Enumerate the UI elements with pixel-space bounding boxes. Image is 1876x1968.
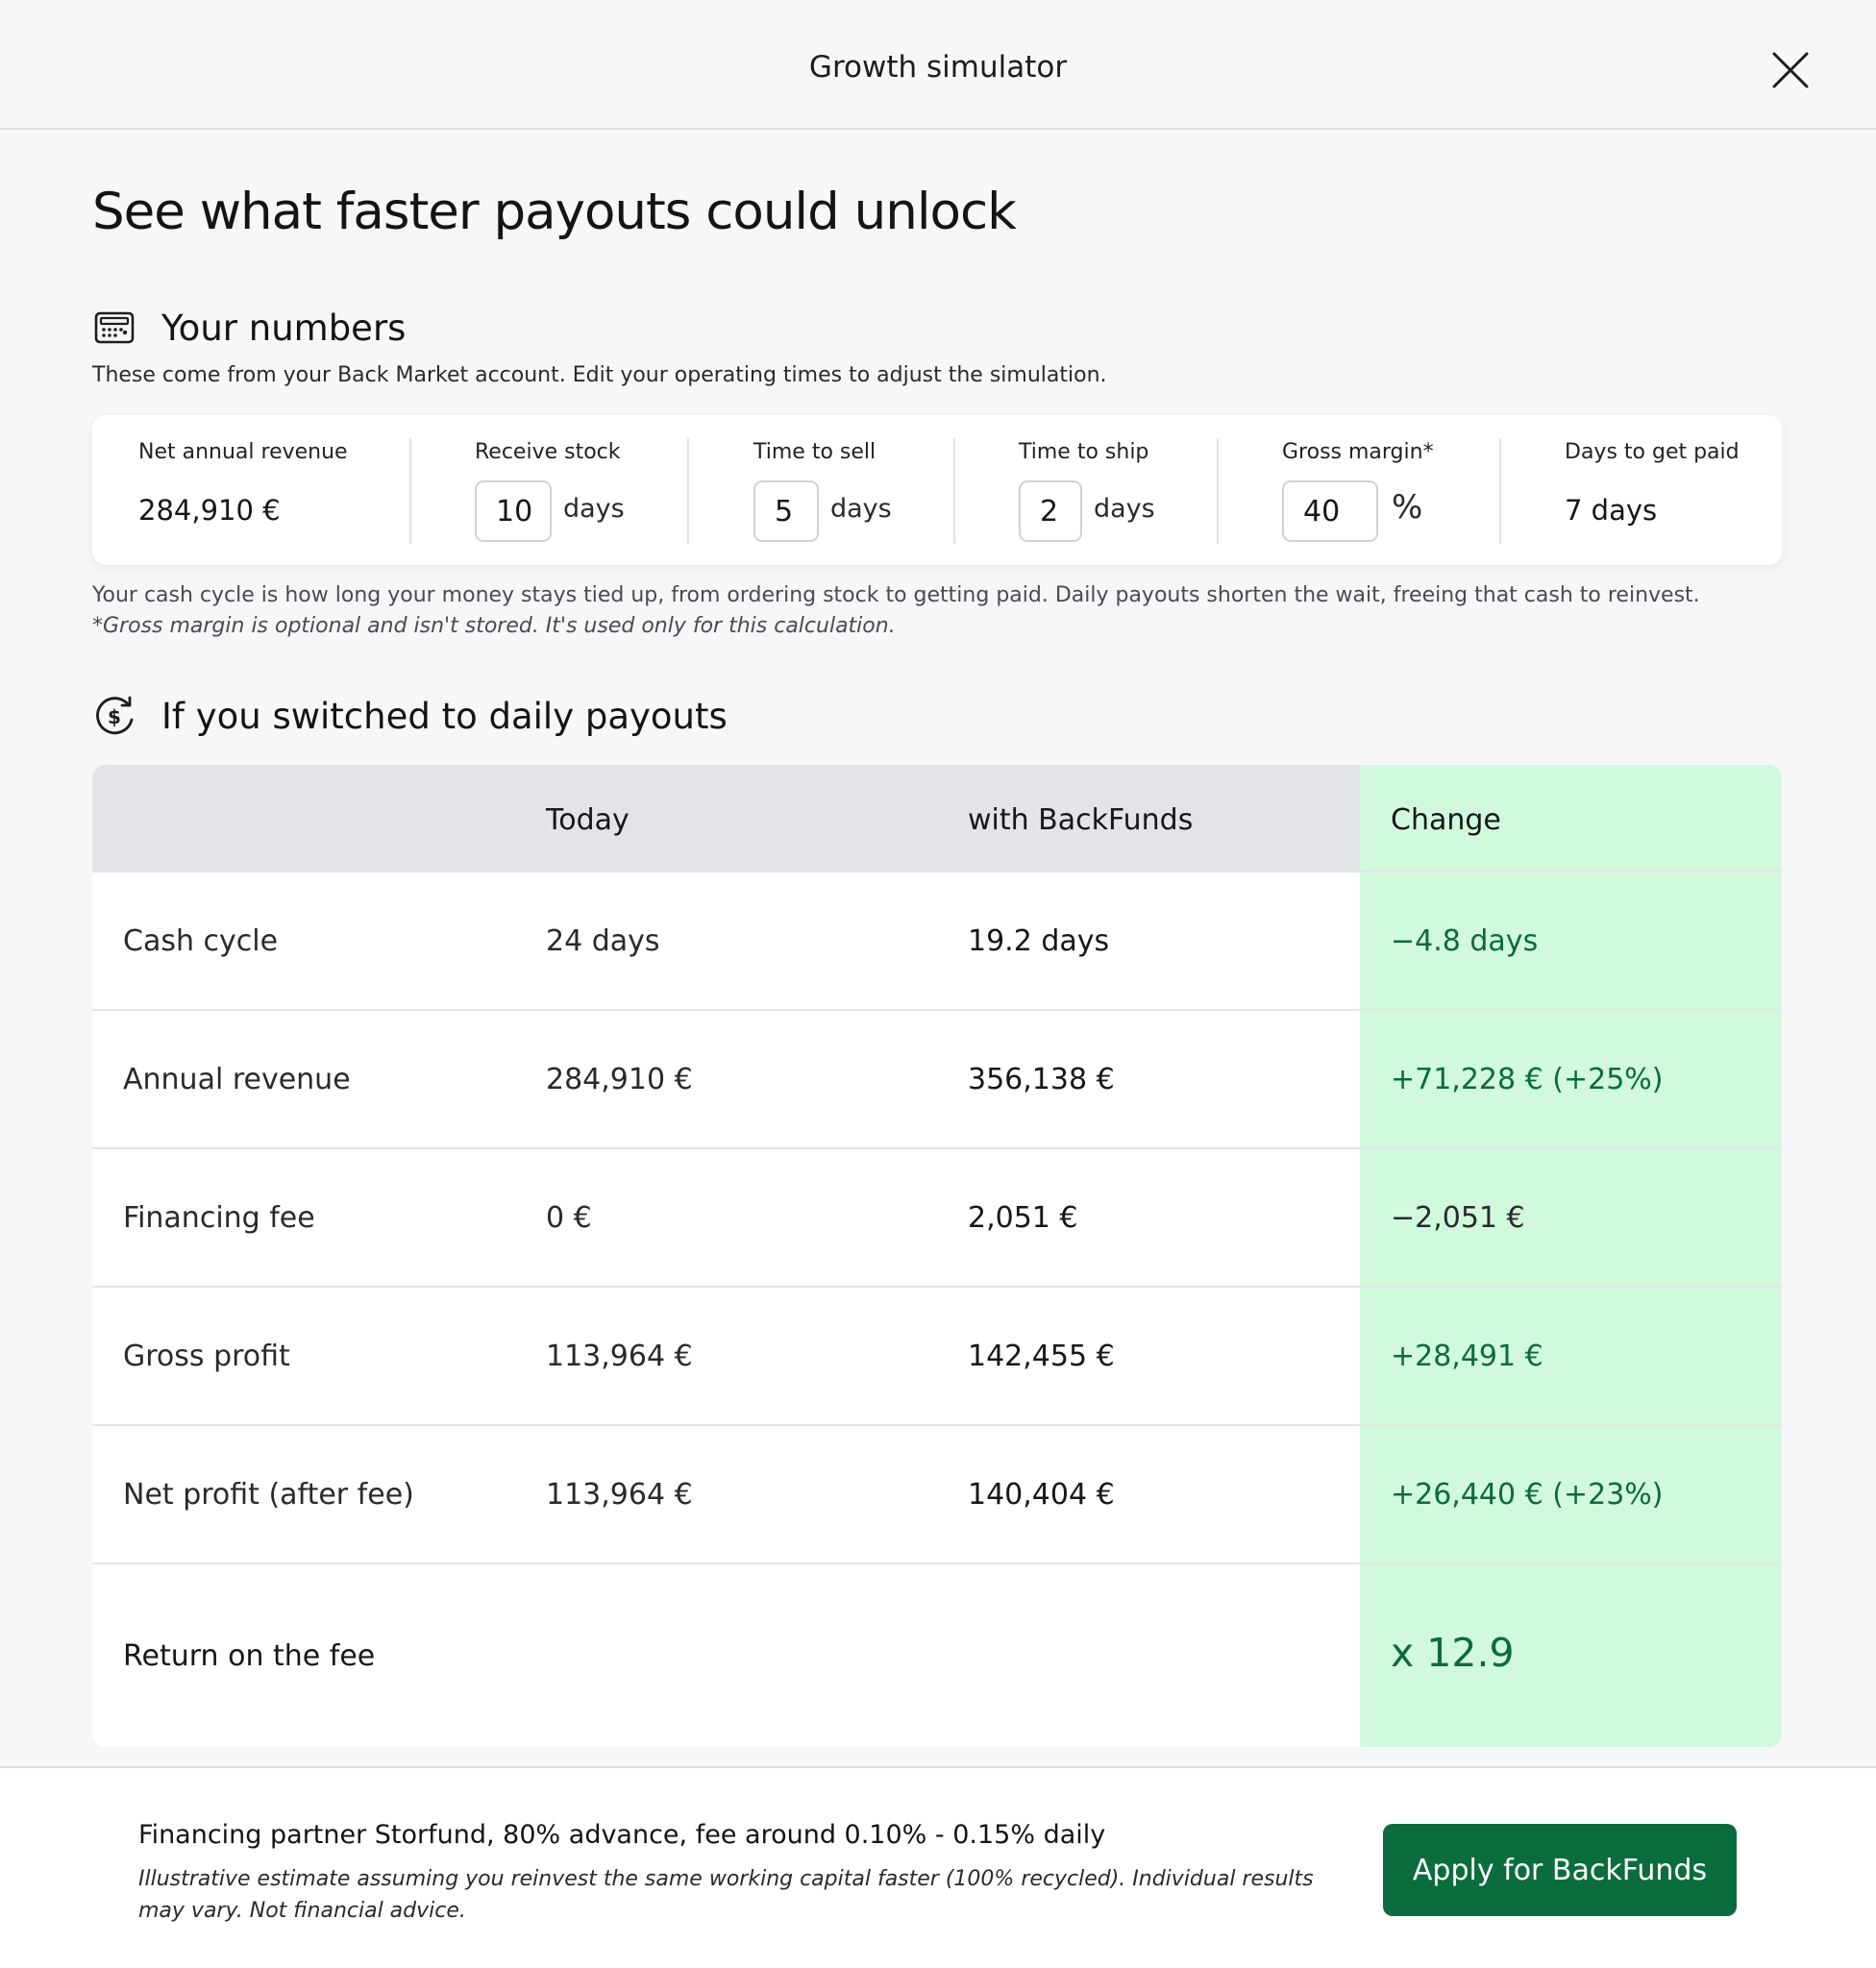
row-label: Gross profit xyxy=(123,1340,290,1373)
table-row-annual-revenue: Annual revenue 284,910 € 356,138 € +71,2… xyxy=(92,1009,1782,1147)
financing-partner-info: Financing partner Storfund, 80% advance,… xyxy=(138,1820,1106,1850)
row-label: Net profit (after fee) xyxy=(123,1478,414,1512)
row-today-value: 24 days xyxy=(546,924,660,958)
column-header-backfunds: with BackFunds xyxy=(968,803,1194,837)
apply-backfunds-button[interactable]: Apply for BackFunds xyxy=(1383,1824,1737,1916)
row-change-value: +28,491 € xyxy=(1391,1340,1543,1373)
your-numbers-title: Your numbers xyxy=(161,307,407,349)
divider xyxy=(409,438,411,544)
receive-stock-unit: days xyxy=(563,494,625,524)
growth-simulator-modal: Growth simulator See what faster payouts… xyxy=(0,0,1876,1968)
gross-margin-note: *Gross margin is optional and isn't stor… xyxy=(92,614,896,638)
modal-header: Growth simulator xyxy=(0,0,1876,130)
receive-stock-input[interactable]: 10 xyxy=(475,480,552,542)
row-backfunds-value: 19.2 days xyxy=(968,924,1110,958)
numbers-card: Net annual revenue 284,910 € Receive sto… xyxy=(92,415,1782,565)
close-icon xyxy=(1772,52,1809,88)
table-row-cash-cycle: Cash cycle 24 days 19.2 days −4.8 days xyxy=(92,871,1782,1009)
svg-text:$: $ xyxy=(108,705,121,728)
time-to-ship-input[interactable]: 2 xyxy=(1019,480,1082,542)
modal-footer: Financing partner Storfund, 80% advance,… xyxy=(0,1766,1876,1968)
dollar-refresh-icon: $ xyxy=(96,696,134,735)
row-label: Financing fee xyxy=(123,1201,315,1235)
row-today-value: 113,964 € xyxy=(546,1340,693,1373)
gross-margin-unit: % xyxy=(1392,488,1423,527)
return-label: Return on the fee xyxy=(123,1639,376,1673)
row-change-value: +71,228 € (+25%) xyxy=(1391,1063,1664,1096)
days-to-paid-label: Days to get paid xyxy=(1565,440,1740,464)
time-to-ship-label: Time to ship xyxy=(1019,440,1149,464)
daily-payouts-title: If you switched to daily payouts xyxy=(161,695,728,737)
column-header-today: Today xyxy=(546,803,629,837)
table-row-financing-fee: Financing fee 0 € 2,051 € −2,051 € xyxy=(92,1147,1782,1286)
your-numbers-description: These come from your Back Market account… xyxy=(92,363,1107,387)
row-change-value: +26,440 € (+23%) xyxy=(1391,1478,1664,1512)
disclaimer: Illustrative estimate assuming you reinv… xyxy=(138,1867,1314,1923)
modal-title: Growth simulator xyxy=(808,50,1068,85)
page-headline: See what faster payouts could unlock xyxy=(92,183,1017,241)
gross-margin-label: Gross margin* xyxy=(1282,440,1434,464)
receive-stock-label: Receive stock xyxy=(475,440,621,464)
row-label: Cash cycle xyxy=(123,924,279,958)
gross-margin-input[interactable]: 40 xyxy=(1282,480,1378,542)
comparison-table: Today with BackFunds Change Cash cycle 2… xyxy=(92,765,1782,1747)
cash-cycle-note: Your cash cycle is how long your money s… xyxy=(92,583,1700,607)
divider xyxy=(953,438,955,544)
days-to-paid-value: 7 days xyxy=(1565,494,1658,527)
row-change-value: −2,051 € xyxy=(1391,1201,1525,1235)
time-to-ship-unit: days xyxy=(1094,494,1155,524)
time-to-sell-unit: days xyxy=(830,494,892,524)
divider xyxy=(1499,438,1501,544)
row-today-value: 113,964 € xyxy=(546,1478,693,1512)
divider xyxy=(687,438,689,544)
row-backfunds-value: 356,138 € xyxy=(968,1063,1115,1096)
divider xyxy=(1217,438,1219,544)
calculator-icon xyxy=(94,311,135,344)
row-label: Annual revenue xyxy=(123,1063,351,1096)
row-backfunds-value: 140,404 € xyxy=(968,1478,1115,1512)
net-revenue-label: Net annual revenue xyxy=(138,440,348,464)
daily-payouts-heading: $ If you switched to daily payouts xyxy=(92,694,728,738)
table-row-net-profit: Net profit (after fee) 113,964 € 140,404… xyxy=(92,1424,1782,1562)
row-today-value: 0 € xyxy=(546,1201,592,1235)
close-button[interactable] xyxy=(1768,48,1813,92)
return-value: x 12.9 xyxy=(1391,1630,1515,1676)
row-backfunds-value: 2,051 € xyxy=(968,1201,1078,1235)
row-backfunds-value: 142,455 € xyxy=(968,1340,1115,1373)
time-to-sell-input[interactable]: 5 xyxy=(753,480,819,542)
your-numbers-heading: Your numbers xyxy=(92,306,406,350)
time-to-sell-label: Time to sell xyxy=(753,440,876,464)
row-change-value: −4.8 days xyxy=(1391,924,1539,958)
net-revenue-value: 284,910 € xyxy=(138,494,281,527)
table-row-return-on-fee: Return on the fee x 12.9 xyxy=(92,1562,1782,1745)
table-row-gross-profit: Gross profit 113,964 € 142,455 € +28,491… xyxy=(92,1286,1782,1424)
row-today-value: 284,910 € xyxy=(546,1063,693,1096)
column-header-change: Change xyxy=(1391,803,1501,837)
